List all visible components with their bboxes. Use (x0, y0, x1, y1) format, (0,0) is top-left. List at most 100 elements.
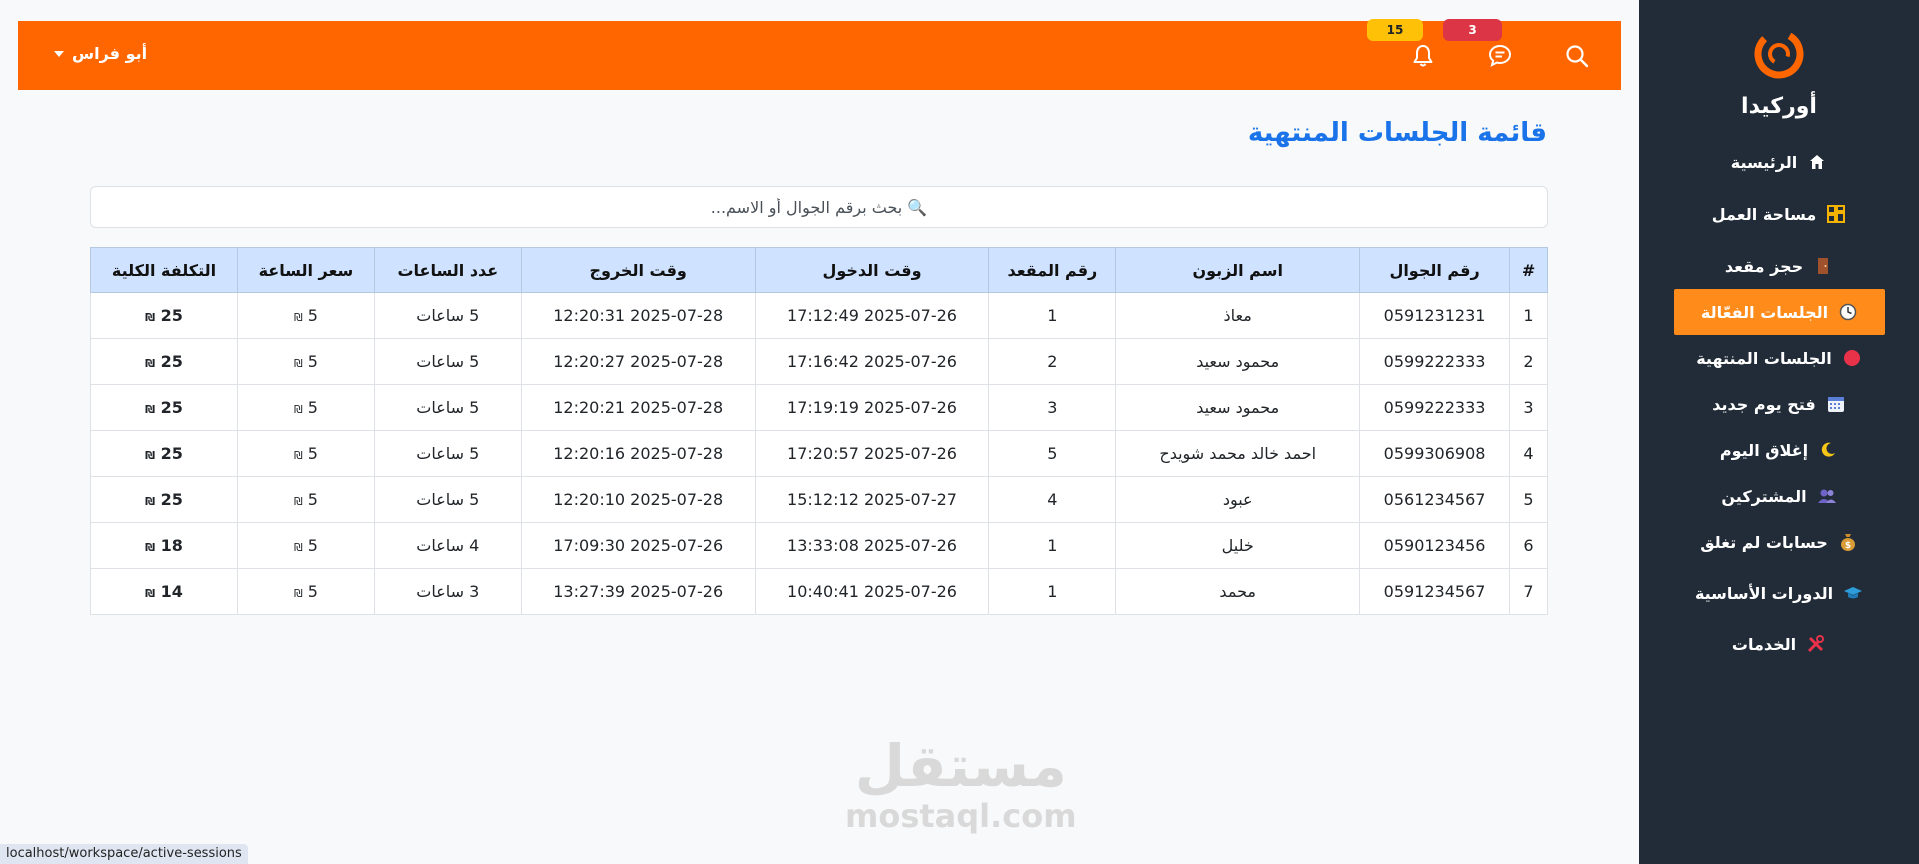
table-row[interactable]: 3 0599222333 محمود سعيد 3 2025-07-26 17:… (90, 384, 1548, 431)
hour-price-value: 5 (307, 306, 318, 325)
hour-price-value: 5 (307, 352, 318, 371)
cell-exit-time: 2025-07-28 12:20:10 (520, 476, 756, 523)
cell-seat-number: 5 (988, 430, 1117, 477)
cell-customer-name: محمود سعيد (1115, 384, 1361, 431)
shekel-icon: ₪ (293, 495, 303, 508)
col-header-total-cost[interactable]: التكلفة الكلية (90, 247, 238, 293)
cell-exit-time: 2025-07-28 12:20:21 (520, 384, 756, 431)
cell-entry-time: 2025-07-26 17:20:57 (754, 430, 990, 477)
cell-hours: 5 ساعات (373, 292, 522, 339)
logo: أوركيدا (1639, 0, 1919, 119)
sidebar-item-ended-sessions[interactable]: الجلسات المنتهية (1639, 335, 1919, 381)
total-cost-value: 25 (160, 306, 183, 325)
cell-total-cost: 25 ₪ (90, 430, 238, 477)
cell-hours: 5 ساعات (373, 338, 522, 385)
search-input[interactable] (90, 186, 1548, 228)
cell-index: 5 (1509, 476, 1548, 523)
moon-icon (1818, 440, 1838, 460)
cell-hours: 5 ساعات (373, 384, 522, 431)
cell-phone: 0591234567 (1359, 568, 1511, 615)
red-circle-icon (1842, 348, 1862, 368)
search-icon (1566, 45, 1589, 68)
shekel-icon: ₪ (293, 449, 303, 462)
table-row[interactable]: 4 0599306908 احمد خالد محمد شويدح 5 2025… (90, 430, 1548, 477)
sidebar-item-label: الجلسات الفعّالة (1700, 302, 1829, 322)
table-row[interactable]: 5 0561234567 عبود 4 2025-07-27 15:12:12 … (90, 476, 1548, 523)
search-button[interactable] (1564, 43, 1590, 69)
cell-seat-number: 1 (988, 292, 1117, 339)
sidebar-item-label: الدورات الأساسية (1694, 583, 1834, 603)
table-body: 1 0591231231 معاذ 1 2025-07-26 17:12:49 … (90, 292, 1548, 615)
sidebar-item-open-day[interactable]: فتح يوم جديد (1639, 381, 1919, 427)
brand-name: أوركيدا (1741, 94, 1817, 119)
col-header-hour-price[interactable]: سعر الساعة (236, 247, 375, 293)
cell-index: 1 (1509, 292, 1548, 339)
sidebar-item-book-seat[interactable]: حجز مقعد (1639, 243, 1919, 289)
sidebar-item-services[interactable]: الخدمات (1639, 621, 1919, 667)
col-header-seat-number[interactable]: رقم المقعد (988, 247, 1117, 293)
sidebar-item-active-sessions[interactable]: الجلسات الفعّالة (1674, 289, 1885, 335)
col-header-index[interactable]: # (1509, 247, 1548, 293)
shekel-icon: ₪ (145, 357, 156, 370)
cell-total-cost: 25 ₪ (90, 292, 238, 339)
table-row[interactable]: 6 0590123456 خليل 1 2025-07-26 13:33:08 … (90, 522, 1548, 569)
sidebar-item-close-day[interactable]: إغلاق اليوم (1639, 427, 1919, 473)
cell-exit-time: 2025-07-28 12:20:16 (520, 430, 756, 477)
col-header-exit-time[interactable]: وقت الخروج (520, 247, 756, 293)
hour-price-value: 5 (307, 582, 318, 601)
table-row[interactable]: 7 0591234567 محمد 1 2025-07-26 10:40:41 … (90, 568, 1548, 615)
shekel-icon: ₪ (293, 311, 303, 324)
cell-exit-time: 2025-07-28 12:20:27 (520, 338, 756, 385)
bell-icon (1413, 45, 1433, 67)
sidebar-item-open-accounts[interactable]: $ حسابات لم تغلق (1639, 519, 1919, 565)
chat-icon (1488, 44, 1512, 67)
cell-customer-name: معاذ (1115, 292, 1361, 339)
shekel-icon: ₪ (293, 587, 303, 600)
cell-index: 2 (1509, 338, 1548, 385)
shekel-icon: ₪ (293, 403, 303, 416)
total-cost-value: 14 (160, 582, 183, 601)
cell-hour-price: 5 ₪ (236, 476, 375, 523)
col-header-entry-time[interactable]: وقت الدخول (754, 247, 990, 293)
user-menu[interactable]: أبو فراس (54, 44, 147, 63)
table-row[interactable]: 1 0591231231 معاذ 1 2025-07-26 17:12:49 … (90, 292, 1548, 339)
cell-seat-number: 1 (988, 522, 1117, 569)
messages-badge: 3 (1443, 19, 1502, 41)
col-header-phone[interactable]: رقم الجوال (1359, 247, 1511, 293)
col-header-hours[interactable]: عدد الساعات (373, 247, 522, 293)
cell-phone: 0561234567 (1359, 476, 1511, 523)
cell-seat-number: 2 (988, 338, 1117, 385)
shekel-icon: ₪ (293, 541, 303, 554)
total-cost-value: 18 (160, 536, 183, 555)
graduation-cap-icon (1843, 583, 1863, 603)
cell-index: 4 (1509, 430, 1548, 477)
workspace-icon (1826, 204, 1846, 224)
cell-hour-price: 5 ₪ (236, 430, 375, 477)
sidebar-item-home[interactable]: الرئيسية (1639, 139, 1919, 185)
table-header-row: # رقم الجوال اسم الزبون رقم المقعد وقت ا… (90, 247, 1548, 293)
cell-hours: 3 ساعات (373, 568, 522, 615)
shekel-icon: ₪ (145, 495, 156, 508)
cell-hour-price: 5 ₪ (236, 384, 375, 431)
user-name: أبو فراس (72, 44, 148, 63)
cell-entry-time: 2025-07-26 17:19:19 (754, 384, 990, 431)
cell-seat-number: 1 (988, 568, 1117, 615)
col-header-customer-name[interactable]: اسم الزبون (1115, 247, 1361, 293)
cell-entry-time: 2025-07-26 17:12:49 (754, 292, 990, 339)
hour-price-value: 5 (307, 536, 318, 555)
notifications-button[interactable] (1410, 43, 1436, 69)
cell-total-cost: 14 ₪ (90, 568, 238, 615)
cell-phone: 0599306908 (1359, 430, 1511, 477)
table-row[interactable]: 2 0599222333 محمود سعيد 2 2025-07-26 17:… (90, 338, 1548, 385)
top-bar: أبو فراس 15 3 (18, 19, 1621, 90)
sidebar-item-workspace[interactable]: مساحة العمل (1639, 185, 1919, 243)
cell-entry-time: 2025-07-26 17:16:42 (754, 338, 990, 385)
sidebar-item-subscribers[interactable]: المشتركين (1639, 473, 1919, 519)
messages-button[interactable] (1487, 43, 1513, 69)
sidebar-item-label: الجلسات المنتهية (1696, 348, 1832, 368)
sidebar-item-courses[interactable]: الدورات الأساسية (1639, 565, 1919, 621)
cell-phone: 0590123456 (1359, 522, 1511, 569)
users-icon (1817, 486, 1837, 506)
watermark-english: mostaql.com (845, 797, 1077, 835)
home-icon (1807, 152, 1827, 172)
